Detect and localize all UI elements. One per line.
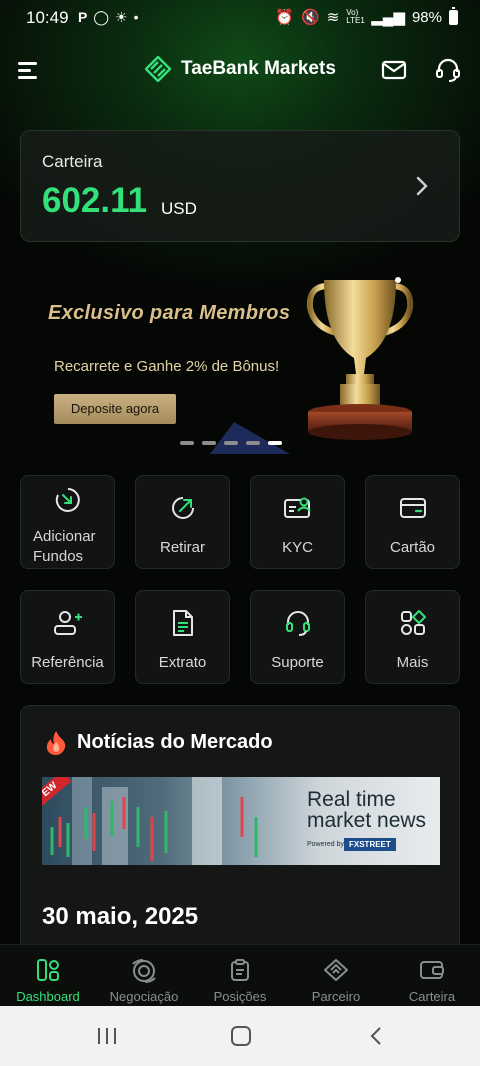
dot-icon: • [133, 9, 139, 25]
banner-dot[interactable] [246, 441, 260, 445]
brightness-icon: ☀ [115, 9, 128, 25]
nav-partner[interactable]: Parceiro [288, 945, 384, 1006]
withdraw-tile[interactable]: Retirar [135, 475, 230, 569]
referral-icon [53, 611, 82, 635]
nav-wallet[interactable]: Carteira [384, 945, 480, 1006]
app-title: TaeBank Markets [181, 58, 336, 79]
menu-button[interactable] [18, 62, 38, 79]
headline-line-2: market news [307, 809, 427, 832]
back-icon[interactable] [368, 1026, 384, 1046]
kyc-icon [283, 497, 311, 518]
deposit-now-button[interactable]: Deposite agora [54, 394, 176, 424]
bottom-navigation: Dashboard Negociação Posições Parceiro C… [0, 944, 480, 1006]
decorative-shape [210, 422, 290, 454]
more-tile[interactable]: Mais [365, 590, 460, 684]
status-bar: 10:49 P ◯ ☀ • ⏰ 🔇 ≋ Vo) LTE1 ▂▄▆ 98% [0, 0, 480, 36]
news-banner-image[interactable]: EW Real time market news Powered by FXST… [42, 777, 440, 865]
brand: TaeBank Markets [145, 56, 336, 82]
trading-icon [132, 959, 156, 983]
alarm-icon: ⏰ [275, 9, 294, 26]
battery-icon [449, 6, 458, 25]
nav-label: Carteira [408, 989, 456, 1004]
whatsapp-icon: ◯ [93, 9, 110, 25]
parking-icon: P [78, 9, 88, 25]
banner-subtitle: Recarrete e Ganhe 2% de Bônus! [54, 358, 280, 375]
banner-dot[interactable] [224, 441, 238, 445]
tile-label: Extrato [158, 654, 207, 671]
add-funds-icon [55, 488, 80, 512]
nav-positions[interactable]: Posições [192, 945, 288, 1006]
status-time: 10:49 [26, 8, 69, 27]
system-status-icons: ⏰ 🔇 ≋ Vo) LTE1 ▂▄▆ 98% [275, 6, 458, 26]
chevron-right-icon [416, 176, 428, 196]
lte-label: Vo) LTE1 [346, 8, 365, 25]
support-icon [285, 611, 310, 636]
wifi-icon: ≋ [326, 9, 340, 26]
banner-title: Exclusivo para Membros [48, 302, 291, 324]
system-navigation-bar [0, 1006, 480, 1066]
flame-icon [46, 731, 66, 755]
nav-label: Posições [213, 989, 267, 1004]
promo-banner[interactable]: Exclusivo para Membros Recarrete e Ganhe… [0, 256, 480, 456]
support-headset-icon[interactable] [435, 57, 461, 83]
wallet-currency: USD [161, 199, 197, 218]
app-header: TaeBank Markets [0, 40, 480, 100]
nav-label: Dashboard [16, 989, 80, 1004]
home-icon[interactable] [230, 1026, 252, 1046]
news-title: Notícias do Mercado [77, 731, 273, 753]
withdraw-icon [171, 497, 194, 519]
referral-tile[interactable]: Referência [20, 590, 115, 684]
fxstreet-logo: FXSTREET [344, 838, 396, 851]
tile-label: Retirar [159, 539, 205, 556]
wallet-card[interactable]: Carteira 602.11 USD [20, 130, 460, 242]
wallet-balance: 602.11 [42, 181, 148, 220]
add-funds-tile[interactable]: Adicionar Fundos [20, 475, 115, 569]
trophy-icon [306, 277, 414, 440]
banner-pagination [180, 441, 282, 445]
nav-label: Parceiro [311, 989, 361, 1004]
signal-icon: ▂▄▆ [371, 9, 405, 26]
support-tile[interactable]: Suporte [250, 590, 345, 684]
mute-icon: 🔇 [301, 9, 320, 26]
partner-icon [324, 959, 348, 981]
card-tile[interactable]: Cartão [365, 475, 460, 569]
news-image-headline: Real time market news [307, 789, 426, 831]
wallet-label: Carteira [42, 152, 103, 171]
headline-line-1: Real time [307, 788, 396, 811]
kyc-tile[interactable]: KYC [250, 475, 345, 569]
more-icon [400, 610, 426, 635]
card-icon [399, 498, 426, 518]
banner-dot[interactable] [202, 441, 216, 445]
market-news-card: Notícias do Mercado EW Real time market … [20, 705, 460, 965]
tile-label: KYC [282, 539, 313, 556]
nav-trading[interactable]: Negociação [96, 945, 192, 1006]
powered-by-text: Powered by [307, 841, 344, 848]
positions-icon [231, 959, 249, 981]
battery-text: 98% [411, 8, 442, 26]
notification-icons: P ◯ ☀ • [78, 9, 138, 25]
banner-dot-active[interactable] [268, 441, 282, 445]
tile-label: Cartão [389, 539, 436, 556]
statement-tile[interactable]: Extrato [135, 590, 230, 684]
taebank-logo-icon [145, 56, 171, 82]
nav-dashboard[interactable]: Dashboard [0, 945, 96, 1006]
tile-label: Mais [396, 654, 429, 671]
nav-label: Negociação [109, 989, 179, 1004]
statement-icon [172, 610, 193, 636]
wallet-icon [420, 961, 444, 979]
news-date: 30 maio, 2025 [42, 903, 199, 930]
banner-dot[interactable] [180, 441, 194, 445]
candlestick-chart-graphic [50, 777, 258, 865]
tile-label: Suporte [271, 654, 324, 671]
recent-apps-icon[interactable] [96, 1026, 118, 1046]
mail-icon[interactable] [381, 57, 407, 83]
tile-label: Referência [31, 654, 104, 671]
tile-label: Adicionar Fundos [33, 528, 96, 565]
dashboard-icon [37, 959, 59, 981]
